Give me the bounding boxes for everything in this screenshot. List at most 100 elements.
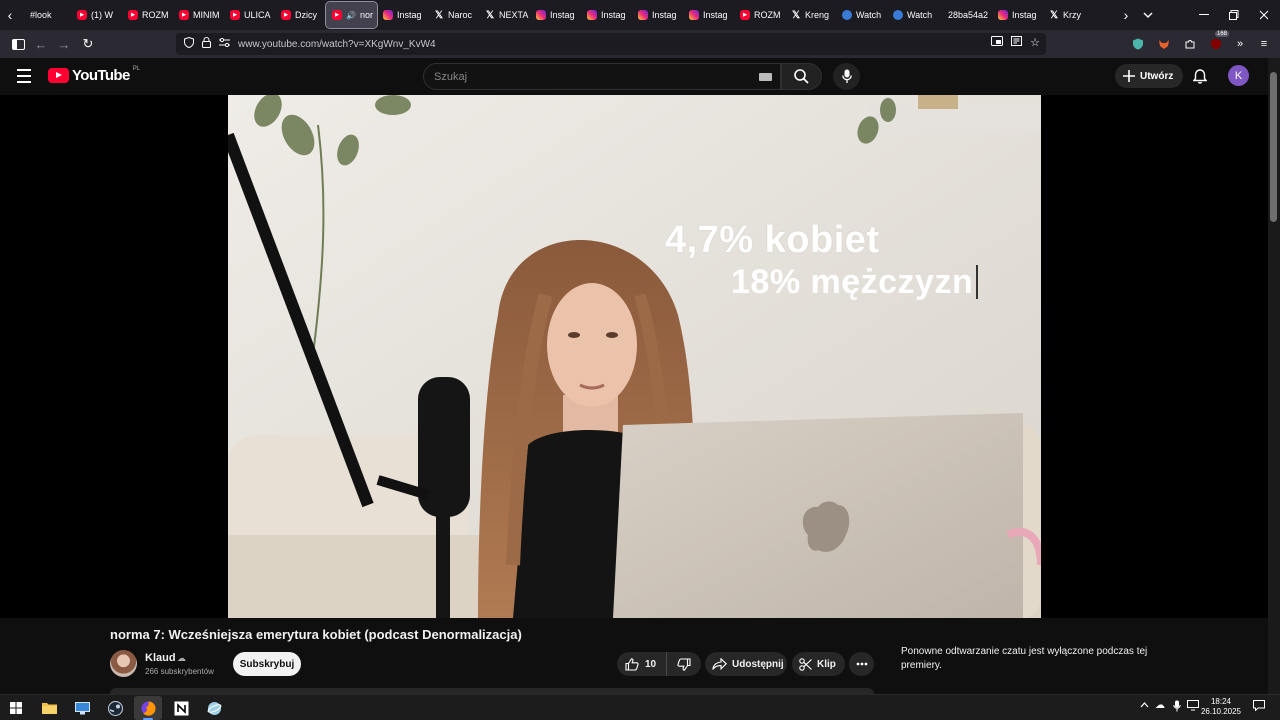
lock-icon[interactable]	[202, 37, 211, 51]
tab-label: NEXTA	[499, 10, 529, 20]
tab[interactable]: Watch	[836, 2, 887, 28]
tab[interactable]: ▶ Dzicy	[275, 2, 326, 28]
tab[interactable]: ▶ ROZM	[734, 2, 785, 28]
tab[interactable]: Watch	[887, 2, 938, 28]
remote-desktop-icon[interactable]	[68, 696, 96, 720]
keyboard-icon[interactable]	[759, 73, 772, 81]
tab-list-dropdown-icon[interactable]	[1138, 0, 1158, 30]
chat-replay-disabled-note: Ponowne odtwarzanie czatu jest wyłączone…	[901, 646, 1148, 671]
share-label: Udostępnij	[732, 658, 784, 670]
firefox-icon[interactable]	[134, 696, 162, 720]
channel-name[interactable]: Klaud	[145, 652, 176, 664]
display-icon[interactable]	[1187, 700, 1199, 714]
back-icon[interactable]: ←	[29, 32, 53, 56]
tab[interactable]: 𝕏 Kreng	[785, 2, 836, 28]
tab-label: Instag	[601, 10, 626, 20]
speaker-icon[interactable]: 🔊	[346, 11, 356, 20]
account-avatar[interactable]: K	[1228, 65, 1249, 86]
permissions-icon[interactable]	[219, 37, 230, 50]
dislike-button[interactable]	[667, 652, 701, 676]
instagram-favicon-icon	[638, 10, 648, 20]
start-icon[interactable]	[2, 696, 30, 720]
youtube-favicon-icon: ▶	[128, 10, 138, 20]
tab-scroll-left-icon[interactable]: ‹	[0, 0, 20, 30]
voice-search-button[interactable]	[833, 63, 860, 90]
page-scrollbar[interactable]	[1268, 58, 1280, 694]
tab-active[interactable]: ▶🔊nor✕	[325, 1, 378, 29]
x-favicon-icon: 𝕏	[791, 9, 801, 21]
forward-icon[interactable]: →	[52, 32, 76, 56]
file-explorer-icon[interactable]	[35, 696, 63, 720]
clock-date[interactable]: 26.10.2025	[1199, 707, 1243, 716]
tab[interactable]: Instag	[632, 2, 683, 28]
extension-badge: 168	[1215, 31, 1230, 37]
ublock-extension-icon[interactable]: 168	[1207, 31, 1230, 53]
youtube-logo[interactable]: YouTube PL	[48, 66, 140, 84]
tracking-shield-icon[interactable]	[184, 36, 194, 51]
reload-icon[interactable]: ↻	[76, 32, 100, 56]
notifications-center-icon[interactable]	[1253, 700, 1265, 714]
youtube-favicon-icon: ▶	[740, 10, 750, 20]
tab[interactable]: 𝕏 Krzy	[1043, 2, 1094, 28]
search-box[interactable]	[423, 63, 781, 90]
url-text[interactable]: www.youtube.com/watch?v=XKgWnv_KvW4	[238, 39, 436, 50]
tab[interactable]: Instag	[581, 2, 632, 28]
page-scrollbar-thumb[interactable]	[1270, 72, 1277, 222]
tab-label: #look	[30, 10, 52, 20]
fox-extension-icon[interactable]	[1155, 35, 1173, 53]
steam-icon[interactable]	[101, 696, 129, 720]
tab-scroll-right-icon[interactable]: ›	[1116, 0, 1136, 30]
reader-view-icon[interactable]	[1011, 36, 1023, 49]
tab[interactable]: Instag	[992, 2, 1043, 28]
close-window-icon[interactable]	[1248, 0, 1280, 30]
app-menu-icon[interactable]: ≡	[1255, 35, 1273, 53]
onedrive-icon[interactable]: ☁	[1155, 700, 1165, 711]
bookmark-star-icon[interactable]: ☆	[1030, 36, 1040, 49]
tab[interactable]: #look	[20, 2, 71, 28]
tab[interactable]: 𝕏 Naroc	[428, 2, 479, 28]
tab[interactable]: ▶ ROZM	[122, 2, 173, 28]
extensions-puzzle-icon[interactable]	[1181, 35, 1199, 53]
search-button[interactable]	[781, 63, 822, 90]
tab[interactable]: ▶ MINIM	[173, 2, 224, 28]
youtube-favicon-icon: ▶	[179, 10, 189, 20]
tab[interactable]: Instag	[377, 2, 428, 28]
create-button[interactable]: Utwórz	[1115, 64, 1184, 88]
microphone-tray-icon[interactable]	[1173, 700, 1181, 715]
video-player[interactable]: 4,7% kobiet 18% mężczyzn	[0, 95, 1268, 618]
video-overlay-text-2: 18% mężczyzn	[731, 263, 974, 301]
show-hidden-icons-icon[interactable]	[1140, 700, 1149, 711]
tab[interactable]: 𝕏 NEXTA	[479, 2, 530, 28]
youtube-favicon-icon: ▶	[281, 10, 291, 20]
text-caret	[976, 265, 978, 299]
restore-icon[interactable]	[1218, 0, 1250, 30]
guide-menu-icon[interactable]	[14, 66, 34, 86]
clock-time[interactable]: 18:24	[1204, 697, 1238, 706]
tab-label: MINIM	[193, 10, 220, 20]
tab-label: ROZM	[142, 10, 169, 20]
tab[interactable]: Instag	[530, 2, 581, 28]
channel-avatar[interactable]	[110, 650, 137, 677]
more-actions-button[interactable]	[849, 652, 874, 676]
tab[interactable]: ▶ (1) W	[71, 2, 122, 28]
copilot-favicon-icon	[842, 10, 852, 20]
subscribe-button[interactable]: Subskrybuj	[233, 652, 301, 676]
tab[interactable]: 28ba54a2	[938, 2, 992, 28]
search-input[interactable]	[434, 70, 734, 83]
overflow-chevron-icon[interactable]: »	[1231, 35, 1249, 53]
notifications-button[interactable]	[1190, 66, 1210, 86]
minimize-icon[interactable]	[1188, 0, 1220, 30]
like-button[interactable]: 10	[617, 652, 667, 676]
network-tool-icon[interactable]	[200, 696, 228, 720]
clip-button[interactable]: Klip	[792, 652, 845, 676]
tab[interactable]: ▶ ULICA	[224, 2, 275, 28]
picture-in-picture-icon[interactable]	[991, 36, 1004, 49]
share-button[interactable]: Udostępnij	[705, 652, 787, 676]
vpn-extension-icon[interactable]	[1129, 35, 1147, 53]
notion-icon[interactable]	[167, 696, 195, 720]
tab[interactable]: Instag	[683, 2, 734, 28]
video-frame[interactable]: 4,7% kobiet 18% mężczyzn	[228, 95, 1041, 618]
address-bar[interactable]: www.youtube.com/watch?v=XKgWnv_KvW4 ☆	[176, 33, 1046, 55]
youtube-favicon-icon: ▶	[77, 10, 87, 20]
sidebar-toggle-icon[interactable]	[6, 32, 30, 56]
